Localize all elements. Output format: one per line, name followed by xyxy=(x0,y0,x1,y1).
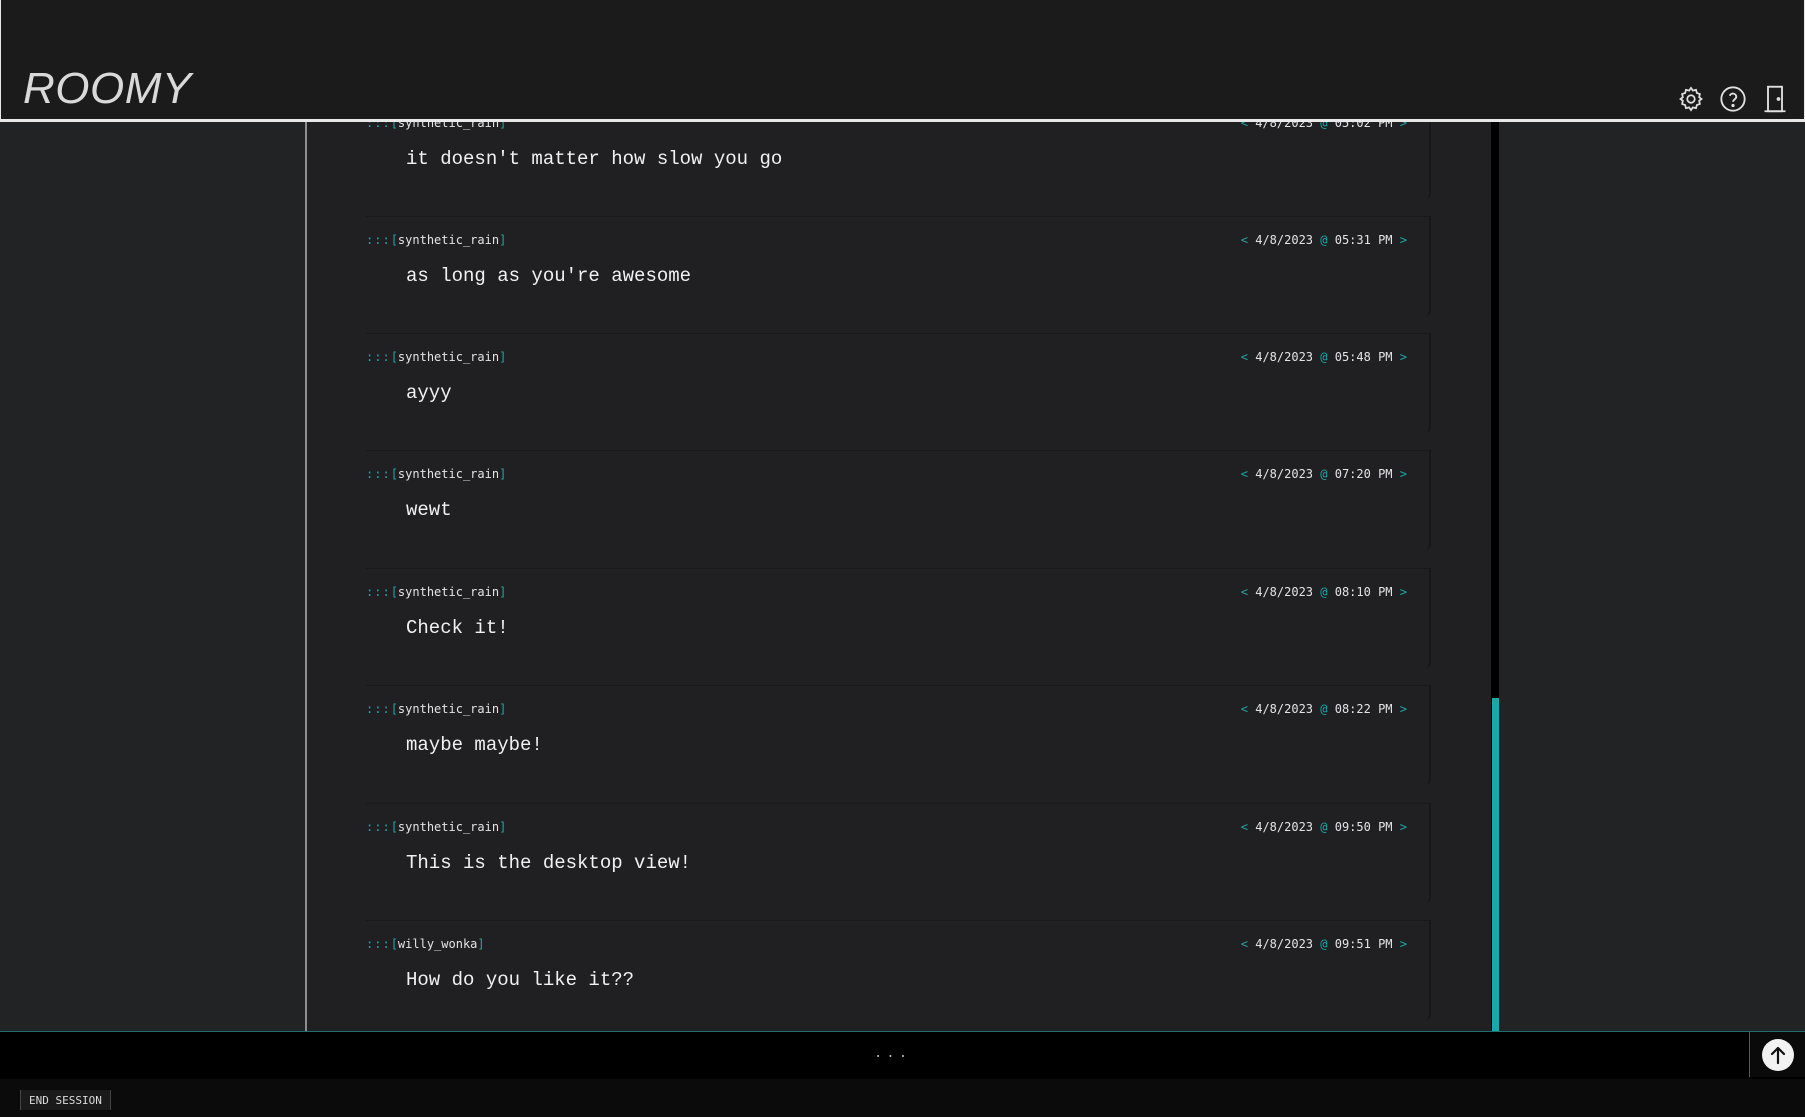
message-username[interactable]: :::[willy_wonka] xyxy=(366,937,485,951)
exit-door-icon[interactable] xyxy=(1760,84,1790,114)
message-timestamp: < 4/8/2023 @ 08:10 PM > xyxy=(1240,585,1407,599)
app-header: ROOMY xyxy=(0,0,1805,122)
message-text: Check it! xyxy=(406,617,509,639)
end-session-button[interactable]: END SESSION xyxy=(20,1090,111,1110)
message-text: it doesn't matter how slow you go xyxy=(406,148,783,170)
message-text: This is the desktop view! xyxy=(406,852,692,874)
message-item: :::[synthetic_rain] < 4/8/2023 @ 07:20 PM… xyxy=(366,450,1431,550)
message-item: :::[synthetic_rain] < 4/8/2023 @ 08:10 PM… xyxy=(366,568,1431,668)
scroll-top-button[interactable] xyxy=(1749,1032,1805,1077)
message-username[interactable]: :::[synthetic_rain] xyxy=(366,702,506,716)
message-username[interactable]: :::[synthetic_rain] xyxy=(366,820,506,834)
message-item: :::[synthetic_rain] < 4/8/2023 @ 05:31 PM… xyxy=(366,216,1431,316)
scrollbar-thumb[interactable] xyxy=(1492,698,1499,1031)
message-username[interactable]: :::[synthetic_rain] xyxy=(366,350,506,364)
input-bar[interactable]: ... xyxy=(0,1031,1805,1079)
message-item: :::[synthetic_rain] < 4/8/2023 @ 08:22 PM… xyxy=(366,685,1431,785)
message-text: as long as you're awesome xyxy=(406,265,692,287)
typing-indicator: ... xyxy=(873,1046,912,1062)
message-timestamp: < 4/8/2023 @ 05:31 PM > xyxy=(1240,233,1407,247)
message-username[interactable]: :::[synthetic_rain] xyxy=(366,467,506,481)
message-text: wewt xyxy=(406,499,452,521)
footer xyxy=(0,1079,1805,1117)
message-text: ayyy xyxy=(406,382,452,404)
arrow-up-icon xyxy=(1761,1038,1794,1071)
app-logo: ROOMY xyxy=(23,64,192,113)
help-icon[interactable] xyxy=(1718,84,1748,114)
message-text: How do you like it?? xyxy=(406,969,635,991)
gear-icon[interactable] xyxy=(1676,84,1706,114)
message-username[interactable]: :::[synthetic_rain] xyxy=(366,233,506,247)
message-text: maybe maybe! xyxy=(406,734,543,756)
message-timestamp: < 4/8/2023 @ 05:48 PM > xyxy=(1240,350,1407,364)
message-timestamp: < 4/8/2023 @ 07:20 PM > xyxy=(1240,467,1407,481)
message-timestamp: < 4/8/2023 @ 09:50 PM > xyxy=(1240,820,1407,834)
message-timestamp: < 4/8/2023 @ 08:22 PM > xyxy=(1240,702,1407,716)
header-actions xyxy=(1676,84,1790,114)
message-item: :::[synthetic_rain] < 4/8/2023 @ 09:50 PM… xyxy=(366,803,1431,903)
message-item: :::[synthetic_rain] < 4/8/2023 @ 05:48 PM… xyxy=(366,333,1431,433)
message-timestamp: < 4/8/2023 @ 09:51 PM > xyxy=(1240,937,1407,951)
message-username[interactable]: :::[synthetic_rain] xyxy=(366,585,506,599)
message-item: :::[willy_wonka] < 4/8/2023 @ 09:51 PM >H… xyxy=(366,920,1431,1020)
